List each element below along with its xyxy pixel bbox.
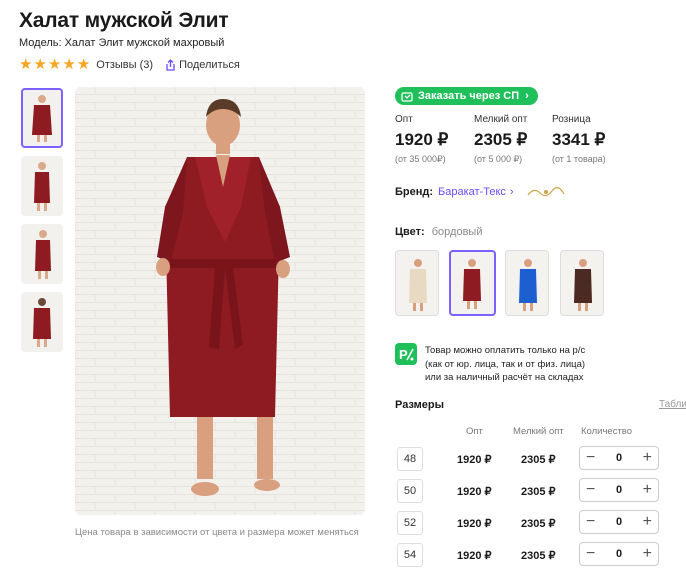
- quantity-stepper[interactable]: − 0 +: [579, 542, 659, 566]
- chevron-right-icon: ›: [525, 90, 529, 102]
- star-icon: ★: [19, 56, 33, 73]
- col-header-small-opt: Мелкий опт: [513, 426, 564, 437]
- main-product-image[interactable]: [75, 87, 365, 515]
- price-note: (от 5 000 ₽): [474, 154, 523, 164]
- plus-icon[interactable]: +: [643, 482, 652, 498]
- payment-note-line: (как от юр. лица, так и от физ. лица): [425, 358, 586, 370]
- thumbnail-3[interactable]: [21, 224, 63, 284]
- share-label: Поделиться: [179, 58, 240, 71]
- minus-icon[interactable]: −: [586, 450, 595, 466]
- col-header-opt: Опт: [466, 426, 483, 437]
- price-value: 3341 ₽: [552, 130, 606, 149]
- row-price-small: 2305 ₽: [521, 454, 556, 466]
- star-icon: ★: [76, 56, 91, 73]
- price-value: 1920 ₽: [395, 130, 449, 149]
- minus-icon[interactable]: −: [586, 546, 595, 562]
- share-icon: [166, 58, 175, 71]
- order-via-sp-button[interactable]: Заказать через СП ›: [395, 87, 538, 105]
- price-disclaimer: Цена товара в зависимости от цвета и раз…: [75, 527, 359, 538]
- sizes-title: Размеры: [395, 399, 445, 411]
- brand-link[interactable]: Баракат-Текс: [438, 186, 506, 198]
- color-swatch-beige[interactable]: [395, 250, 439, 316]
- price-note: (от 35 000₽): [395, 154, 446, 164]
- product-model: Модель: Халат Элит мужской махровый: [19, 37, 225, 49]
- brand-logo: [527, 187, 565, 197]
- thumbnail-2[interactable]: [21, 156, 63, 216]
- chevron-right-icon: ›: [509, 186, 514, 198]
- size-table-link[interactable]: Таблиц: [659, 399, 686, 410]
- payment-note: Товар можно оплатить только на р/с (как …: [425, 344, 625, 385]
- rating-row: ★ ★ ★ ★ ★ Отзывы (3) Поделиться: [19, 57, 240, 72]
- reviews-link[interactable]: Отзывы (3): [96, 59, 153, 71]
- plus-icon[interactable]: +: [643, 546, 652, 562]
- order-button-label: Заказать через СП: [418, 90, 520, 102]
- quantity-value[interactable]: 0: [616, 548, 622, 560]
- payment-percent-icon: Р: [395, 343, 417, 365]
- price-label: Розница: [552, 114, 591, 125]
- color-label: Цвет:: [395, 226, 425, 238]
- color-row: Цвет: бордовый: [395, 226, 482, 238]
- color-swatch-blue[interactable]: [505, 250, 549, 316]
- star-icon: ★: [47, 56, 62, 73]
- star-icon: ★: [62, 56, 76, 73]
- plus-icon[interactable]: +: [643, 514, 652, 530]
- price-value: 2305 ₽: [474, 130, 528, 149]
- brand-row: Бренд: Баракат-Текс ›: [395, 185, 566, 199]
- color-value: бордовый: [431, 226, 483, 238]
- star-icon: ★: [33, 56, 47, 73]
- product-title: Халат мужской Элит: [19, 9, 229, 32]
- row-price-opt: 1920 ₽: [457, 486, 492, 498]
- row-price-small: 2305 ₽: [521, 518, 556, 530]
- row-price-opt: 1920 ₽: [457, 518, 492, 530]
- quantity-stepper[interactable]: − 0 +: [579, 478, 659, 502]
- quantity-value[interactable]: 0: [616, 452, 622, 464]
- color-swatch-brown[interactable]: [560, 250, 604, 316]
- thumbnail-1[interactable]: [21, 88, 63, 148]
- share-button[interactable]: Поделиться: [165, 59, 240, 71]
- price-small-opt: Мелкий опт 2305 ₽ (от 5 000 ₽): [474, 114, 527, 165]
- row-price-opt: 1920 ₽: [457, 550, 492, 562]
- thumbnail-4[interactable]: [21, 292, 63, 352]
- brand-label: Бренд:: [395, 186, 434, 198]
- price-label: Мелкий опт: [474, 114, 528, 125]
- size-chip: 54: [397, 543, 423, 567]
- payment-note-line: или за наличный расчёт на складах: [425, 372, 584, 383]
- plus-icon[interactable]: +: [643, 450, 652, 466]
- col-header-quantity: Количество: [581, 426, 633, 437]
- minus-icon[interactable]: −: [586, 514, 595, 530]
- row-price-small: 2305 ₽: [521, 486, 556, 498]
- minus-icon[interactable]: −: [586, 482, 595, 498]
- size-chip: 48: [397, 447, 423, 471]
- quantity-stepper[interactable]: − 0 +: [579, 510, 659, 534]
- price-opt: Опт 1920 ₽ (от 35 000₽): [395, 114, 448, 165]
- price-retail: Розница 3341 ₽ (от 1 товара): [552, 114, 606, 164]
- price-label: Опт: [395, 114, 413, 125]
- color-swatch-bordeaux[interactable]: [449, 250, 496, 316]
- size-chip: 50: [397, 479, 423, 503]
- price-note: (от 1 товара): [552, 154, 606, 164]
- size-chip: 52: [397, 511, 423, 535]
- row-price-small: 2305 ₽: [521, 550, 556, 562]
- payment-note-line: Товар можно оплатить только на р/с: [425, 345, 586, 356]
- quantity-value[interactable]: 0: [616, 484, 622, 496]
- quantity-stepper[interactable]: − 0 +: [579, 446, 659, 470]
- row-price-opt: 1920 ₽: [457, 454, 492, 466]
- cart-icon: [401, 91, 413, 102]
- quantity-value[interactable]: 0: [616, 516, 622, 528]
